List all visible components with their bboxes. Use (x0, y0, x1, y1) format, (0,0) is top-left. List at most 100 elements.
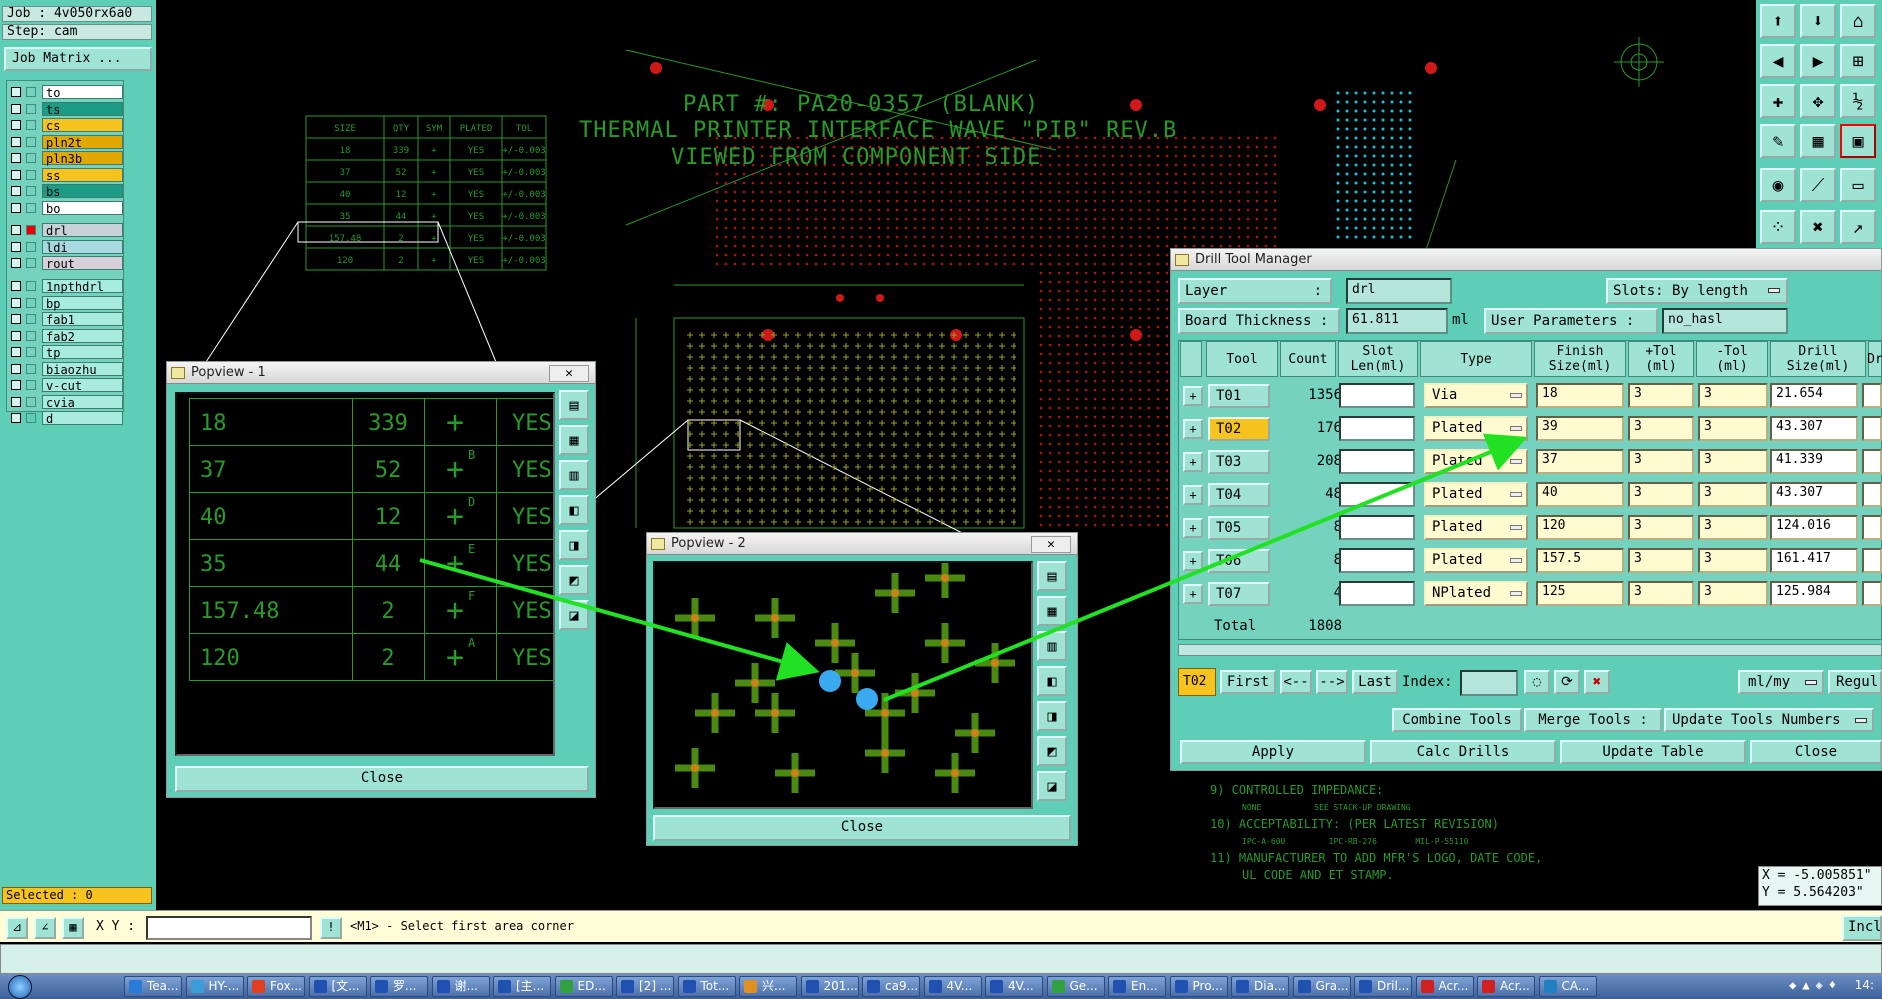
drill-size-field[interactable]: 21.654 (1770, 383, 1858, 408)
popview-2-close-button[interactable]: Close (653, 815, 1071, 841)
layer-checkbox[interactable] (11, 297, 21, 308)
plus-tol-field[interactable]: 3 (1628, 449, 1694, 474)
taskbar-item[interactable]: Pro... (1169, 976, 1228, 997)
layer-checkbox[interactable] (11, 314, 21, 325)
view-bottom-icon[interactable]: ⬇ (1800, 4, 1836, 38)
layer-checkbox[interactable] (11, 241, 21, 252)
tool-button[interactable]: T07 (1208, 582, 1270, 606)
layer-checkbox[interactable] (11, 103, 21, 114)
taskbar-item[interactable]: Acr... (1415, 976, 1474, 997)
calc-drills-button[interactable]: Calc Drills (1370, 740, 1556, 764)
slot-length-field[interactable] (1339, 383, 1415, 408)
layer-row[interactable]: drl (9, 223, 123, 238)
view-top-icon[interactable]: ⬆ (1760, 4, 1796, 38)
node-icon[interactable]: ⁘ (1760, 210, 1796, 244)
drill-size-field[interactable]: 124.016 (1770, 515, 1858, 540)
extra-field[interactable] (1862, 515, 1882, 540)
layer-checkbox[interactable] (11, 380, 21, 391)
expand-row-icon[interactable]: + (1183, 485, 1203, 505)
popview-1-close-button[interactable]: Close (175, 766, 589, 792)
layer-icon[interactable]: ▤ (1037, 561, 1067, 591)
extra-field[interactable] (1862, 416, 1882, 441)
taskbar-item[interactable]: Tot... (677, 976, 736, 997)
snap-icon[interactable]: ✎ (1760, 124, 1796, 158)
alert-icon[interactable]: ! (320, 917, 342, 939)
layer-row[interactable]: biaozhu (9, 361, 123, 377)
tool-button[interactable]: T02 (1208, 417, 1270, 441)
type-dropdown[interactable]: Via (1424, 383, 1528, 408)
drill-size-field[interactable]: 41.339 (1770, 449, 1858, 474)
finish-size-field[interactable]: 120 (1536, 515, 1624, 540)
layer-row[interactable]: ts (9, 101, 123, 117)
layer-row[interactable]: to (9, 85, 123, 100)
layer-checkbox[interactable] (11, 153, 21, 164)
lamp-icon[interactable]: ◌ (1524, 670, 1550, 694)
layer-checkbox[interactable] (11, 120, 21, 131)
minus-tol-field[interactable]: 3 (1698, 416, 1768, 441)
minus-tol-field[interactable]: 3 (1698, 449, 1768, 474)
measure-icon[interactable]: ◉ (1760, 168, 1796, 202)
expand-row-icon[interactable]: + (1183, 386, 1203, 406)
extra-field[interactable] (1862, 482, 1882, 507)
layer-checkbox[interactable] (11, 186, 21, 197)
plus-tol-field[interactable]: 3 (1628, 548, 1694, 573)
type-dropdown[interactable]: NPlated (1424, 581, 1528, 606)
minus-tol-field[interactable]: 3 (1698, 482, 1768, 507)
taskbar-item[interactable]: 201... (800, 976, 859, 997)
taskbar-item[interactable]: 4V... (923, 976, 982, 997)
first-button[interactable]: First (1220, 670, 1276, 694)
taskbar-item[interactable]: CA... (1538, 976, 1597, 997)
slot-length-field[interactable] (1339, 416, 1415, 441)
slot-length-field[interactable] (1339, 581, 1415, 606)
taskbar-item[interactable]: HY-... (185, 976, 244, 997)
tool-button[interactable]: T05 (1208, 516, 1270, 540)
bottom-icon[interactable]: ▥ (1037, 631, 1067, 661)
finish-size-field[interactable]: 125 (1536, 581, 1624, 606)
type-dropdown[interactable]: Plated (1424, 416, 1528, 441)
layer-checkbox[interactable] (11, 363, 21, 374)
layer-checkbox[interactable] (11, 136, 21, 147)
layer-row[interactable]: v-cut (9, 378, 123, 393)
start-button[interactable] (8, 975, 32, 999)
extra-field[interactable] (1862, 548, 1882, 573)
tool-button[interactable]: T01 (1208, 384, 1270, 408)
grid-snap-icon[interactable]: ▦ (62, 917, 84, 939)
taskbar-item[interactable]: Acr... (1477, 976, 1535, 997)
minus-tol-field[interactable]: 3 (1698, 548, 1768, 573)
home-icon[interactable]: ⌂ (1840, 4, 1876, 38)
plus-tol-field[interactable]: 3 (1628, 416, 1694, 441)
slot-length-field[interactable] (1339, 449, 1415, 474)
scale-icon[interactable]: ½ (1840, 84, 1876, 118)
index-field[interactable] (1460, 670, 1518, 696)
regul-button[interactable]: Regul (1828, 670, 1882, 694)
layer-checkbox[interactable] (11, 225, 21, 236)
units-dropdown[interactable]: ml/my (1738, 670, 1824, 694)
grid-icon[interactable]: ▦ (1800, 124, 1836, 158)
tool-button[interactable]: T06 (1208, 549, 1270, 573)
top-icon[interactable]: ▦ (559, 425, 589, 455)
extra-field[interactable] (1862, 449, 1882, 474)
type-dropdown[interactable]: Plated (1424, 482, 1528, 507)
type-dropdown[interactable]: Plated (1424, 548, 1528, 573)
taskbar-item[interactable]: Dril... (1354, 976, 1412, 997)
measure-angle-icon[interactable]: ∠ (34, 917, 56, 939)
pan-left-icon[interactable]: ◧ (1037, 666, 1067, 696)
combine-tools-button[interactable]: Combine Tools (1392, 708, 1522, 732)
slot-length-field[interactable] (1339, 515, 1415, 540)
last-button[interactable]: Last (1352, 670, 1398, 694)
layer-row[interactable]: 1npthdrl (9, 279, 123, 294)
taskbar-item[interactable]: 罗... (370, 976, 428, 997)
apply-button[interactable]: Apply (1180, 740, 1366, 764)
pan-right-icon[interactable]: ▶ (1800, 44, 1836, 78)
layer-checkbox[interactable] (11, 258, 21, 269)
table-scrollbar[interactable] (1178, 644, 1882, 656)
popview-2-close-icon[interactable]: ✕ (1031, 536, 1071, 553)
extra-field[interactable] (1862, 383, 1882, 408)
taskbar-item[interactable]: ED... (554, 976, 613, 997)
layer-checkbox[interactable] (11, 347, 21, 358)
zoom-home-icon[interactable]: ◪ (1037, 771, 1067, 801)
tool-button[interactable]: T03 (1208, 450, 1270, 474)
expand-row-icon[interactable]: + (1183, 584, 1203, 604)
taskbar-item[interactable]: [文... (308, 976, 367, 997)
refresh-icon[interactable]: ⟳ (1554, 670, 1580, 694)
